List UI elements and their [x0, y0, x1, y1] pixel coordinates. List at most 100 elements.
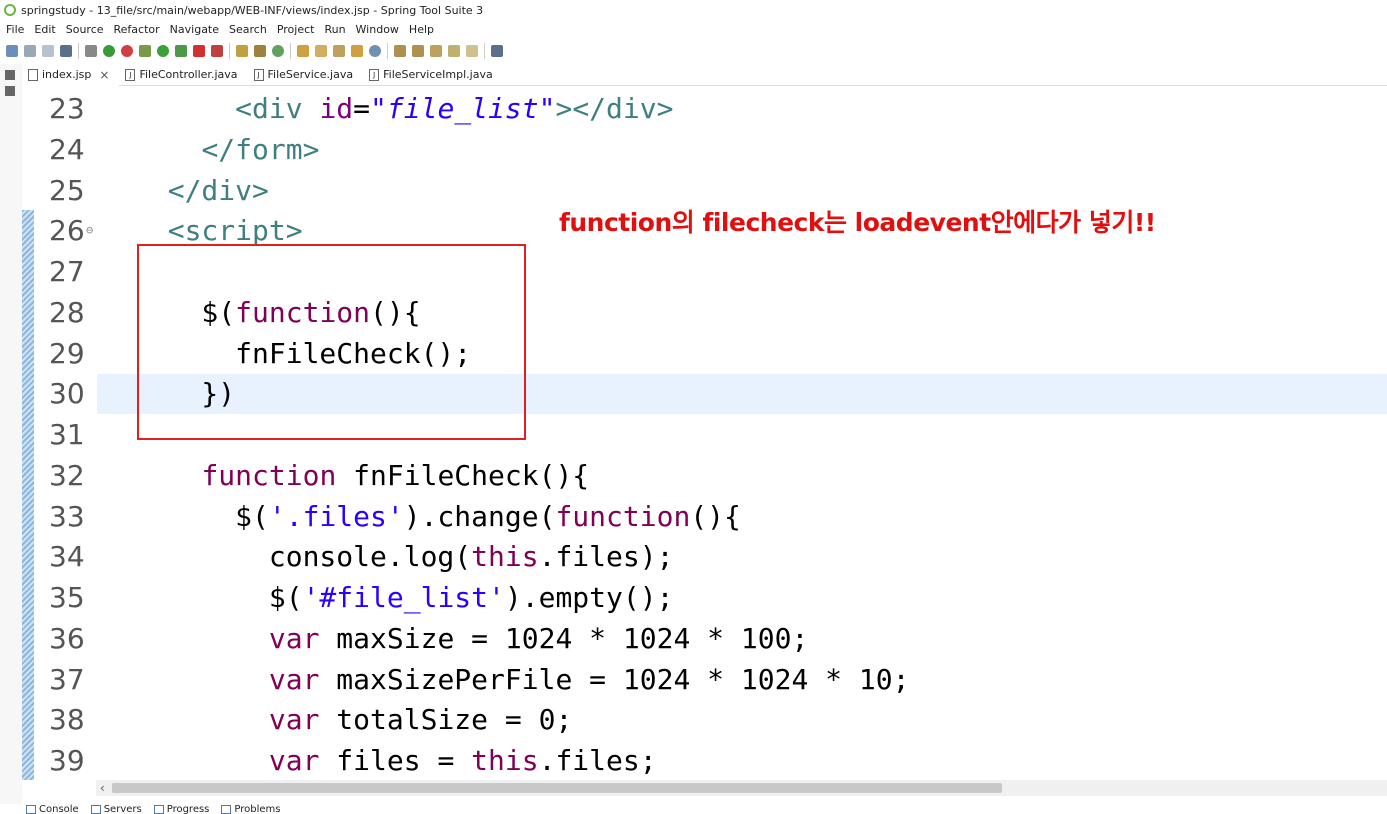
- stop-icon[interactable]: [193, 45, 205, 57]
- relaunch-icon[interactable]: [211, 45, 223, 57]
- package-explorer-icon[interactable]: [5, 70, 15, 80]
- code-line[interactable]: 32 function fnFileCheck(){: [22, 455, 1387, 496]
- console-icon: [26, 805, 36, 814]
- new-class-icon[interactable]: [272, 45, 284, 57]
- menu-bar: File Edit Source Refactor Navigate Searc…: [0, 20, 1387, 38]
- code-line[interactable]: 38 var totalSize = 0;: [22, 699, 1387, 740]
- fold-icon[interactable]: ⊖: [86, 210, 93, 251]
- scrollbar-thumb[interactable]: [112, 783, 1002, 793]
- code-line[interactable]: 36 var maxSize = 1024 * 1024 * 100;: [22, 618, 1387, 659]
- code-text: </div>: [167, 173, 269, 207]
- previous-annotation-icon[interactable]: [412, 45, 424, 57]
- menu-file[interactable]: File: [6, 23, 24, 36]
- code-text: var maxSizePerFile = 1024 * 1024 * 10;: [268, 662, 910, 696]
- code-text: var maxSize = 1024 * 1024 * 100;: [268, 621, 809, 655]
- refresh-icon[interactable]: [121, 45, 133, 57]
- back-icon[interactable]: [448, 45, 460, 57]
- code-line[interactable]: 23 <div id="file_list"></div>: [22, 88, 1387, 129]
- code-text: <div id="file_list"></div>: [235, 92, 674, 125]
- tab-progress[interactable]: Progress: [153, 804, 209, 814]
- run-icon[interactable]: [157, 45, 169, 57]
- progress-icon: [153, 805, 164, 814]
- debug-icon[interactable]: [139, 45, 151, 57]
- menu-search[interactable]: Search: [229, 23, 267, 36]
- line-number: 32: [49, 458, 85, 492]
- line-number: 27: [49, 255, 85, 288]
- menu-project[interactable]: Project: [277, 23, 315, 36]
- tab-label: FileService.java: [267, 68, 354, 81]
- skip-breakpoints-icon[interactable]: [85, 45, 97, 57]
- open-type-icon[interactable]: [297, 45, 309, 57]
- annotation-note: function의 filecheck는 loadevent안에다가 넣기!!: [559, 208, 1156, 237]
- code-line[interactable]: 33 $('.files').change(function(){: [22, 496, 1387, 537]
- left-trim-bar: [0, 64, 22, 804]
- code-editor[interactable]: 23 <div id="file_list"></div> 24 </form> 2…: [22, 86, 1387, 780]
- next-annotation-icon[interactable]: [394, 45, 406, 57]
- tab-file-service-impl[interactable]: J FileServiceImpl.java: [363, 64, 503, 86]
- last-edit-icon[interactable]: [430, 45, 442, 57]
- new-java-project-icon[interactable]: [236, 45, 248, 57]
- open-task-icon[interactable]: [315, 45, 327, 57]
- tab-problems[interactable]: Problems: [221, 804, 281, 814]
- code-line[interactable]: 24 </form>: [22, 129, 1387, 170]
- code-line[interactable]: 39 var files = this.files;: [22, 740, 1387, 780]
- forward-icon[interactable]: [466, 45, 478, 57]
- new-icon[interactable]: [6, 45, 18, 57]
- pencil-icon[interactable]: [333, 45, 345, 57]
- line-number: 24: [49, 132, 85, 166]
- menu-source[interactable]: Source: [66, 23, 104, 36]
- scroll-left-icon[interactable]: ‹: [100, 780, 105, 796]
- tab-index-jsp[interactable]: index.jsp ×: [22, 63, 120, 86]
- menu-help[interactable]: Help: [409, 23, 434, 36]
- line-number: 28: [49, 295, 85, 329]
- code-line[interactable]: 35 $('#file_list').empty();: [22, 577, 1387, 618]
- close-icon[interactable]: ×: [99, 68, 109, 82]
- horizontal-scrollbar[interactable]: ‹: [96, 780, 1387, 796]
- tab-file-service[interactable]: J FileService.java: [248, 64, 364, 86]
- tab-servers[interactable]: Servers: [90, 804, 142, 814]
- tab-label: FileController.java: [139, 68, 238, 81]
- java-file-icon: J: [369, 68, 380, 81]
- tab-console[interactable]: Console: [26, 804, 79, 814]
- menu-run[interactable]: Run: [324, 23, 345, 36]
- editor-tab-bar: index.jsp × J FileController.java J File…: [22, 63, 1387, 86]
- new-package-icon[interactable]: [254, 45, 266, 57]
- globe-icon[interactable]: [369, 45, 381, 57]
- menu-edit[interactable]: Edit: [34, 23, 55, 36]
- toolbar-separator: [78, 43, 79, 59]
- code-line[interactable]: 37 var maxSizePerFile = 1024 * 1024 * 10…: [22, 659, 1387, 700]
- open-folder-icon[interactable]: [351, 45, 363, 57]
- server-start-icon[interactable]: [103, 45, 115, 57]
- tab-label: index.jsp: [42, 68, 92, 81]
- line-number: 30: [49, 377, 85, 411]
- menu-refactor[interactable]: Refactor: [114, 23, 160, 36]
- outline-icon[interactable]: [5, 86, 15, 96]
- line-number: 33: [49, 499, 85, 533]
- code-text: console.log(this.files);: [134, 540, 674, 574]
- code-line[interactable]: 34 console.log(this.files);: [22, 536, 1387, 577]
- line-number: 34: [49, 540, 85, 574]
- spring-tool-suite-icon: [4, 4, 16, 16]
- servers-icon: [90, 805, 101, 814]
- tab-file-controller[interactable]: J FileController.java: [119, 64, 247, 86]
- tab-label: Servers: [103, 804, 142, 814]
- print-icon[interactable]: [60, 45, 72, 57]
- window-title: springstudy - 13_file/src/main/webapp/WE…: [21, 3, 484, 17]
- line-number: 37: [49, 662, 85, 696]
- bottom-panel-tabs: Console Servers Progress Problems: [0, 804, 1387, 814]
- main-toolbar: [0, 38, 1387, 64]
- save-icon[interactable]: [24, 45, 36, 57]
- save-all-icon[interactable]: [42, 45, 54, 57]
- line-number: 31: [49, 418, 85, 451]
- toolbar-separator: [387, 43, 388, 59]
- external-tools-icon[interactable]: [175, 45, 187, 57]
- code-text: </form>: [201, 132, 320, 166]
- open-perspective-icon[interactable]: [491, 45, 503, 57]
- menu-navigate[interactable]: Navigate: [170, 23, 219, 36]
- line-number: 39: [49, 744, 85, 777]
- java-file-icon: J: [125, 68, 136, 81]
- line-number: 38: [49, 703, 85, 737]
- menu-window[interactable]: Window: [356, 23, 399, 36]
- line-number: 29: [49, 336, 85, 370]
- java-file-icon: J: [253, 68, 264, 81]
